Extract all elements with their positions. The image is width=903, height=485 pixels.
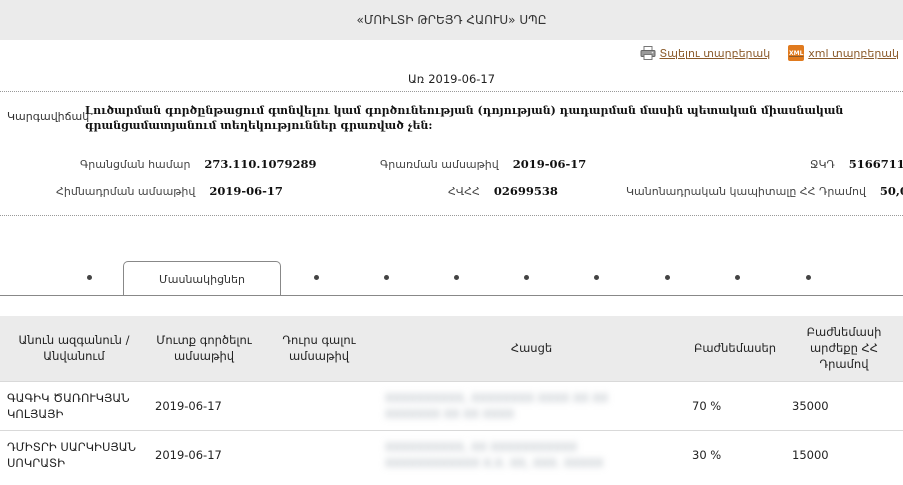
column-header-shares: Բաժնեմասեր xyxy=(685,316,785,381)
status-text: Լուծարման գործընթացում գտնվելու կամ գործ… xyxy=(85,104,844,132)
divider xyxy=(0,91,903,92)
charter-capital-label: Կանոնադրական կապիտալը ՀՀ Դրամով xyxy=(626,185,866,198)
column-header-share-value: Բաժնեմասի արժեքը ՀՀ Դրամով xyxy=(785,316,903,381)
address-cell: XXXXXXXXXX, XXXXXXXX XXXX XX XX XXXXXXX … xyxy=(378,380,685,430)
title-bar: «ՄՈԻԼՏԻ ԹՐԵՅԴ ՀԱՈՒՍ» ՍՊԸ xyxy=(0,0,903,40)
registration-number: Գրանցման համար 273.110.1079289 xyxy=(80,157,316,171)
members-table: Անուն ազգանուն / Անվանում Մուտք գործելու… xyxy=(0,316,903,479)
tax-id-value: 51667111 xyxy=(848,157,903,171)
as-of-date: Առ 2019-06-17 xyxy=(0,72,903,86)
print-version-label: Տպելու տարբերակ xyxy=(659,46,771,60)
status-label: Կարգավիճակ xyxy=(7,110,90,123)
as-of-label: Առ xyxy=(407,72,425,86)
address-redacted: XXXXXXXXXX, XXXXXXXX XXXX XX XX XXXXXXX … xyxy=(385,390,609,421)
vat-number-label: ՀՎՀՀ xyxy=(448,185,480,198)
member-name: ԴՄԻՏՐԻ ՍԱՐԿԻՍՅԱՆ ՍՈԿՐԱՏԻ xyxy=(0,429,148,479)
column-header-address: Հասցե xyxy=(378,316,685,381)
column-header-name: Անուն ազգանուն / Անվանում xyxy=(0,316,148,381)
column-header-exit-date: Դուրս գալու ամսաթիվ xyxy=(260,316,378,381)
share-value: 15000 xyxy=(785,429,903,479)
tab-members-label: Մասնակիցներ xyxy=(159,272,245,286)
print-version-link[interactable]: Տպելու տարբերակ xyxy=(640,46,771,60)
tab-collapsed[interactable] xyxy=(381,272,391,282)
entry-date: 2019-06-17 xyxy=(148,429,260,479)
tab-collapsed[interactable] xyxy=(803,272,813,282)
address-redacted: XXXXXXXXXX, XX XXXXXXXXXXX XXXXXXXXXXXX … xyxy=(385,439,604,470)
registration-number-value: 273.110.1079289 xyxy=(204,157,317,171)
table-row: ԴՄԻՏՐԻ ՍԱՐԿԻՍՅԱՆ ՍՈԿՐԱՏԻ 2019-06-17 XXXX… xyxy=(0,429,903,479)
share-value: 35000 xyxy=(785,380,903,430)
charter-capital: Կանոնադրական կապիտալը ՀՀ Դրամով 50,000 xyxy=(626,184,903,198)
tax-id-label: ՋԿԴ xyxy=(810,158,835,171)
share-percent: 70 % xyxy=(685,380,785,430)
toolbar: Տպելու տարբերակ XML xml տարբերակ xyxy=(640,44,899,62)
xml-version-label: xml տարբերակ xyxy=(808,46,899,60)
record-date: Գրառման ամսաթիվ 2019-06-17 xyxy=(380,157,586,171)
tab-collapsed[interactable] xyxy=(311,272,321,282)
table-row: ԳԱԳԻԿ ԾԱՌՈՒԿՅԱՆ ԿՈԼՅԱՅԻ 2019-06-17 XXXXX… xyxy=(0,380,903,430)
tab-collapsed[interactable] xyxy=(591,272,601,282)
vat-number: ՀՎՀՀ 02699538 xyxy=(448,184,558,198)
member-name: ԳԱԳԻԿ ԾԱՌՈՒԿՅԱՆ ԿՈԼՅԱՅԻ xyxy=(0,380,148,430)
xml-version-link[interactable]: XML xml տարբերակ xyxy=(788,45,899,61)
registration-number-label: Գրանցման համար xyxy=(80,158,191,171)
as-of-value: 2019-06-17 xyxy=(428,72,496,86)
column-header-entry-date: Մուտք գործելու ամսաթիվ xyxy=(148,316,260,381)
charter-capital-value: 50,000 xyxy=(879,184,903,198)
exit-date xyxy=(260,429,378,479)
founding-date-value: 2019-06-17 xyxy=(209,184,283,198)
tab-collapsed[interactable] xyxy=(732,272,742,282)
xml-file-icon: XML xyxy=(788,45,805,61)
printer-icon xyxy=(640,46,656,60)
entry-date: 2019-06-17 xyxy=(148,380,260,430)
founding-date-label: Հիմնադրման ամսաթիվ xyxy=(56,185,196,198)
tax-id: ՋԿԴ 51667111 xyxy=(810,157,903,171)
table-header-row: Անուն ազգանուն / Անվանում Մուտք գործելու… xyxy=(0,316,903,381)
divider xyxy=(0,215,903,216)
vat-number-value: 02699538 xyxy=(493,184,558,198)
address-cell: XXXXXXXXXX, XX XXXXXXXXXXX XXXXXXXXXXXX … xyxy=(378,429,685,479)
tab-members[interactable]: Մասնակիցներ xyxy=(123,261,281,296)
tab-collapsed[interactable] xyxy=(451,272,461,282)
founding-date: Հիմնադրման ամսաթիվ 2019-06-17 xyxy=(56,184,283,198)
record-date-label: Գրառման ամսաթիվ xyxy=(380,158,499,171)
tab-collapsed[interactable] xyxy=(84,272,94,282)
tab-collapsed[interactable] xyxy=(521,272,531,282)
company-title: «ՄՈԻԼՏԻ ԹՐԵՅԴ ՀԱՈՒՍ» ՍՊԸ xyxy=(356,13,547,27)
tab-collapsed[interactable] xyxy=(662,272,672,282)
record-date-value: 2019-06-17 xyxy=(512,157,587,171)
exit-date xyxy=(260,380,378,430)
share-percent: 30 % xyxy=(685,429,785,479)
tabs-baseline xyxy=(0,295,903,296)
